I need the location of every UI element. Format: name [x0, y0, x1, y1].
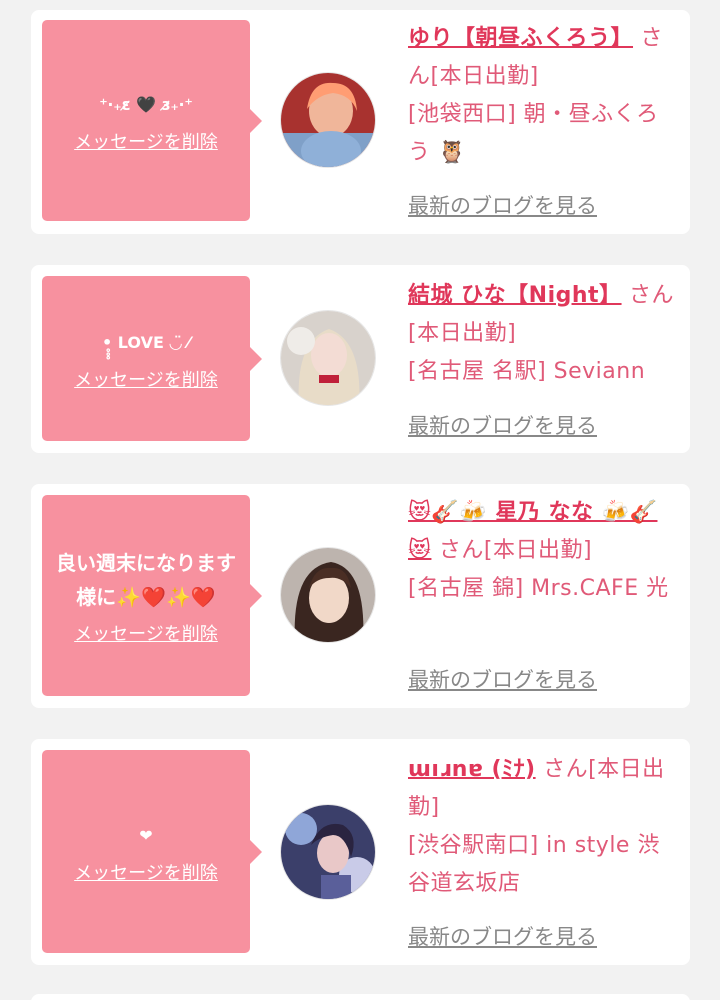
message-text: ❤ [139, 825, 153, 845]
message-bubble: 良い週末になります様に✨❤️✨❤️ メッセージを削除 [42, 495, 262, 696]
delete-message-link[interactable]: メッセージを削除 [74, 128, 218, 154]
message-bubble: •̥̥̥ LOVE ◡̈ ⁄ メッセージを削除 [42, 276, 262, 441]
sender-shop: [名古屋 名駅] Seviann [408, 359, 646, 384]
sender-shop: [池袋西口] 朝・昼ふくろう 🦉 [408, 102, 659, 165]
sender-info: ゆり【朝昼ふくろう】 さん[本日出勤] [池袋西口] 朝・昼ふくろう 🦉 [408, 20, 678, 172]
sender-shop: [名古屋 錦] Mrs.CAFE 光 [408, 576, 669, 601]
sender-status: さん[本日出勤] [431, 538, 593, 563]
message-card: ❤ メッセージを削除 ɯıɹnɐ (ﾐﾅ) さん[本日出勤] [渋谷駅南口] i… [31, 739, 690, 965]
sender-shop: [渋谷駅南口] in style 渋谷道玄坂店 [408, 833, 660, 896]
latest-blog-link[interactable]: 最新のブログを見る [408, 190, 597, 220]
delete-message-link[interactable]: メッセージを削除 [74, 859, 218, 885]
delete-message-link[interactable]: メッセージを削除 [74, 620, 218, 646]
message-card: ⁺‧₊ɛ̷ 🖤 ɜ̷₊‧⁺ メッセージを削除 ゆり【朝昼ふくろう】 さん[本日出… [31, 10, 690, 234]
message-card: •̥̥̥ LOVE ◡̈ ⁄ メッセージを削除 結城 ひな【Night】 さん[… [31, 265, 690, 453]
message-bubble: ⁺‧₊ɛ̷ 🖤 ɜ̷₊‧⁺ メッセージを削除 [42, 20, 262, 221]
sender-info: ɯıɹnɐ (ﾐﾅ) さん[本日出勤] [渋谷駅南口] in style 渋谷道… [408, 751, 678, 903]
latest-blog-link[interactable]: 最新のブログを見る [408, 921, 597, 951]
sender-info: 結城 ひな【Night】 さん[本日出勤] [名古屋 名駅] Seviann [408, 277, 678, 391]
sender-info: 😻🎸🍻 星乃 なな 🍻🎸😻 さん[本日出勤] [名古屋 錦] Mrs.CAFE … [408, 494, 678, 608]
message-text: •̥̥̥ LOVE ◡̈ ⁄ [101, 332, 191, 352]
next-message-card [31, 994, 690, 1000]
avatar[interactable] [280, 310, 376, 406]
message-text: ⁺‧₊ɛ̷ 🖤 ɜ̷₊‧⁺ [99, 94, 193, 114]
message-text: 良い週末になります様に✨❤️✨❤️ [56, 550, 236, 609]
sender-name-link[interactable]: ɯıɹnɐ (ﾐﾅ) [408, 757, 536, 782]
avatar[interactable] [280, 804, 376, 900]
delete-message-link[interactable]: メッセージを削除 [74, 366, 218, 392]
message-card: 良い週末になります様に✨❤️✨❤️ メッセージを削除 😻🎸🍻 星乃 なな 🍻🎸😻… [31, 484, 690, 708]
latest-blog-link[interactable]: 最新のブログを見る [408, 664, 597, 694]
message-bubble: ❤ メッセージを削除 [42, 750, 262, 953]
sender-name-link[interactable]: 結城 ひな【Night】 [408, 283, 622, 308]
sender-name-link[interactable]: ゆり【朝昼ふくろう】 [408, 26, 633, 51]
latest-blog-link[interactable]: 最新のブログを見る [408, 410, 597, 440]
avatar[interactable] [280, 547, 376, 643]
avatar[interactable] [280, 72, 376, 168]
